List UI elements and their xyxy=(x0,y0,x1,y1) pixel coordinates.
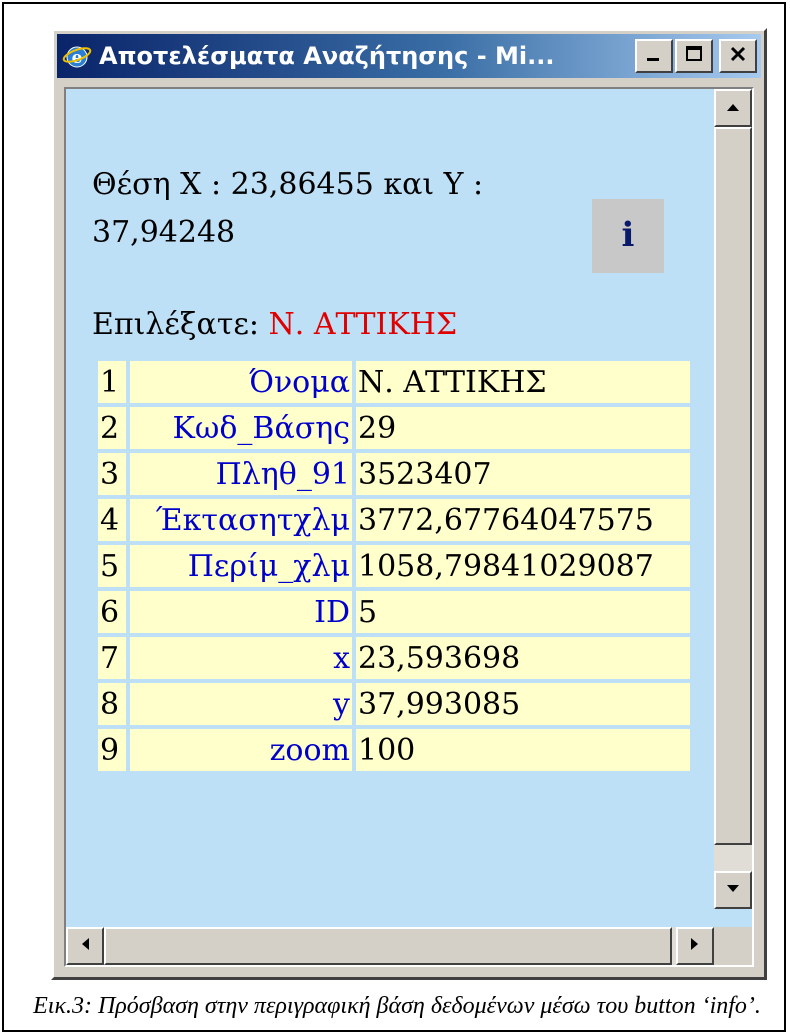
results-panel: Θέση X : 23,86455 και Y : 37,94248 i Επι… xyxy=(66,89,702,909)
field-value: 1058,79841029087 xyxy=(356,545,690,587)
row-index: 5 xyxy=(98,545,126,587)
field-name: Κωδ_Βάσης xyxy=(130,407,352,449)
scroll-down-button[interactable] xyxy=(714,871,752,909)
scroll-left-button[interactable] xyxy=(66,927,104,965)
field-value: 37,993085 xyxy=(356,683,690,725)
field-name: Πληθ_91 xyxy=(130,453,352,495)
row-index: 9 xyxy=(98,729,126,771)
field-value: 23,593698 xyxy=(356,637,690,679)
info-icon: i xyxy=(613,214,643,259)
table-row: 7 x 23,593698 xyxy=(98,637,690,679)
field-value: 100 xyxy=(356,729,690,771)
row-index: 2 xyxy=(98,407,126,449)
maximize-icon xyxy=(684,44,704,69)
selection-line: Επιλέξατε: Ν. ΑΤΤΙΚΗΣ xyxy=(92,307,457,342)
ie-icon: e xyxy=(61,40,93,72)
field-value: Ν. ΑΤΤΙΚΗΣ xyxy=(356,361,690,403)
field-value: 3772,67764047575 xyxy=(356,499,690,541)
row-index: 3 xyxy=(98,453,126,495)
table-row: 8 y 37,993085 xyxy=(98,683,690,725)
arrow-up-icon xyxy=(725,99,741,117)
field-value: 3523407 xyxy=(356,453,690,495)
position-readout: Θέση X : 23,86455 και Y : 37,94248 xyxy=(92,161,572,257)
position-line-2: 37,94248 xyxy=(92,215,236,250)
field-name: ID xyxy=(130,591,352,633)
close-icon xyxy=(728,44,748,69)
field-name: zoom xyxy=(130,729,352,771)
field-name: Όνομα xyxy=(130,361,352,403)
scrollbar-corner xyxy=(714,927,752,965)
title-bar[interactable]: e Αποτελέσματα Αναζήτησης - Mi... xyxy=(57,34,761,78)
field-value: 29 xyxy=(356,407,690,449)
maximize-button[interactable] xyxy=(675,39,713,73)
attribute-table: 1 Όνομα Ν. ΑΤΤΙΚΗΣ 2 Κωδ_Βάσης 29 3 Πληθ_91 3523… xyxy=(94,357,694,775)
selection-label: Επιλέξατε: xyxy=(92,307,259,342)
field-name: Περίμ_χλμ xyxy=(130,545,352,587)
horizontal-scroll-thumb[interactable] xyxy=(104,927,672,965)
scroll-up-button[interactable] xyxy=(714,89,752,127)
table-row: 4 Έκτασητχλμ 3772,67764047575 xyxy=(98,499,690,541)
row-index: 8 xyxy=(98,683,126,725)
browser-window: e Αποτελέσματα Αναζήτησης - Mi... Θέση X… xyxy=(51,28,767,980)
field-name: y xyxy=(130,683,352,725)
field-value: 5 xyxy=(356,591,690,633)
arrow-left-icon xyxy=(80,936,90,957)
minimize-button[interactable] xyxy=(635,39,673,73)
table-row: 5 Περίμ_χλμ 1058,79841029087 xyxy=(98,545,690,587)
arrow-down-icon xyxy=(725,881,741,899)
row-index: 7 xyxy=(98,637,126,679)
position-line-1: Θέση X : 23,86455 και Y : xyxy=(92,167,484,202)
field-name: x xyxy=(130,637,352,679)
table-row: 9 zoom 100 xyxy=(98,729,690,771)
table-row: 1 Όνομα Ν. ΑΤΤΙΚΗΣ xyxy=(98,361,690,403)
close-button[interactable] xyxy=(719,39,757,73)
figure-caption: Εικ.3: Πρόσβαση στην περιγραφική βάση δε… xyxy=(33,993,761,1019)
row-index: 1 xyxy=(98,361,126,403)
table-row: 6 ID 5 xyxy=(98,591,690,633)
vertical-scroll-thumb[interactable] xyxy=(714,127,752,845)
field-name: Έκτασητχλμ xyxy=(130,499,352,541)
vertical-scrollbar[interactable] xyxy=(714,89,752,909)
info-button[interactable]: i xyxy=(592,199,664,273)
table-row: 2 Κωδ_Βάσης 29 xyxy=(98,407,690,449)
arrow-right-icon xyxy=(690,936,700,957)
scroll-right-button[interactable] xyxy=(676,927,714,965)
document-frame: e Αποτελέσματα Αναζήτησης - Mi... Θέση X… xyxy=(2,2,786,1032)
row-index: 6 xyxy=(98,591,126,633)
window-title: Αποτελέσματα Αναζήτησης - Mi... xyxy=(99,42,555,70)
row-index: 4 xyxy=(98,499,126,541)
minimize-icon xyxy=(644,44,664,69)
page-content-area: Θέση X : 23,86455 και Y : 37,94248 i Επι… xyxy=(64,87,754,967)
svg-text:i: i xyxy=(622,215,635,254)
horizontal-scrollbar[interactable] xyxy=(66,927,714,965)
table-row: 3 Πληθ_91 3523407 xyxy=(98,453,690,495)
selection-value: Ν. ΑΤΤΙΚΗΣ xyxy=(268,307,458,342)
